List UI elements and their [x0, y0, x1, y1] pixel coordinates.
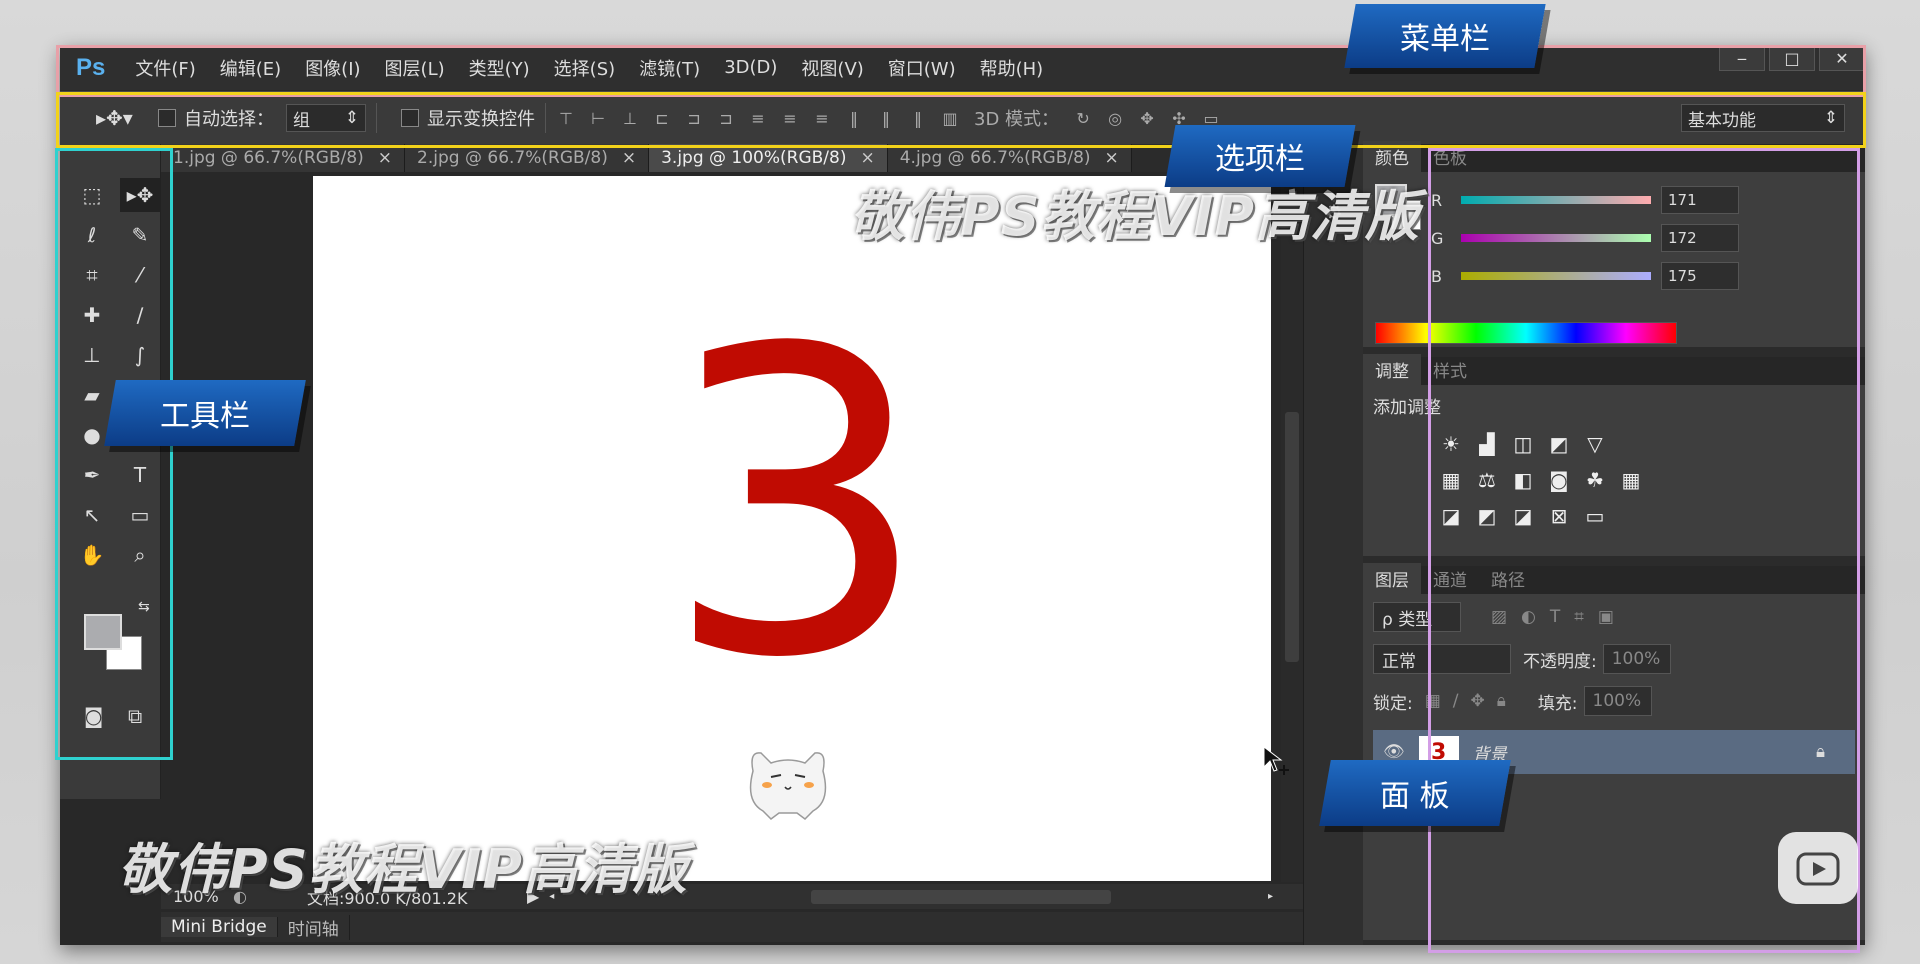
- watermark-bottom: 敬伟PS教程VIP高清版: [118, 838, 688, 901]
- lock-label: 锁定:: [1373, 693, 1413, 714]
- tab-timeline[interactable]: 时间轴: [278, 914, 350, 940]
- tab-label: 1.jpg @ 66.7%(RGB/8): [173, 148, 364, 168]
- close-icon[interactable]: ×: [1105, 148, 1119, 168]
- annotation-options-text: 选项栏: [1215, 142, 1305, 177]
- close-icon[interactable]: ×: [622, 148, 636, 168]
- tab-adjustments[interactable]: 调整: [1363, 354, 1421, 385]
- mascot-image: [749, 752, 827, 820]
- annotation-tools: 工具栏: [104, 380, 306, 446]
- annotation-options: 选项栏: [1164, 125, 1356, 187]
- tab-1jpg[interactable]: 1.jpg @ 66.7%(RGB/8) ×: [161, 144, 406, 172]
- close-icon[interactable]: ×: [378, 148, 392, 168]
- tools-highlight: [55, 148, 173, 760]
- annotation-menubar: 菜单栏: [1344, 4, 1546, 68]
- tab-label: 4.jpg @ 66.7%(RGB/8): [899, 148, 1091, 168]
- document-tabs: 1.jpg @ 66.7%(RGB/8) × 2.jpg @ 66.7%(RGB/…: [161, 144, 1303, 172]
- vertical-scroll-thumb[interactable]: [1285, 412, 1299, 662]
- scroll-right-icon[interactable]: ▸: [1268, 891, 1273, 902]
- mouse-cursor-icon: [1263, 745, 1289, 775]
- options-highlight: [56, 92, 1866, 148]
- tab-mini-bridge[interactable]: Mini Bridge: [161, 917, 278, 937]
- tab-label: 3.jpg @ 100%(RGB/8): [661, 148, 847, 168]
- video-play-badge[interactable]: [1778, 832, 1858, 904]
- tab-layers[interactable]: 图层: [1363, 563, 1421, 594]
- annotation-panels: 面 板: [1319, 760, 1511, 826]
- canvas[interactable]: 3: [313, 176, 1271, 881]
- close-icon[interactable]: ×: [860, 148, 874, 168]
- bottom-panel-tabs: Mini Bridge 时间轴: [161, 912, 1303, 942]
- eye-icon[interactable]: 👁︎: [1383, 742, 1405, 762]
- tab-3jpg[interactable]: 3.jpg @ 100%(RGB/8) ×: [649, 144, 888, 172]
- canvas-number: 3: [663, 261, 931, 750]
- tab-label: 2.jpg @ 66.7%(RGB/8): [417, 148, 608, 168]
- annotation-menubar-text: 菜单栏: [1400, 22, 1490, 57]
- menubar-highlight: [56, 45, 1866, 97]
- tab-4jpg[interactable]: 4.jpg @ 66.7%(RGB/8) ×: [887, 144, 1132, 172]
- horizontal-scroll-thumb[interactable]: [811, 890, 1111, 904]
- annotation-panels-text: 面 板: [1380, 779, 1450, 814]
- tab-2jpg[interactable]: 2.jpg @ 66.7%(RGB/8) ×: [405, 144, 650, 172]
- annotation-tools-text: 工具栏: [160, 399, 250, 434]
- play-icon: [1796, 852, 1840, 886]
